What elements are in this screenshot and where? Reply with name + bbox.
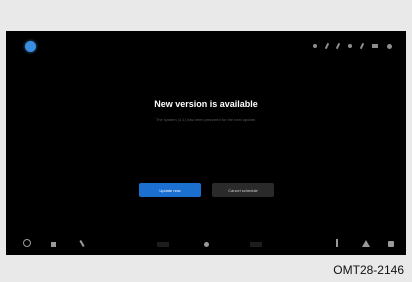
status-bar	[6, 31, 406, 59]
music-icon[interactable]	[336, 239, 338, 247]
update-now-button[interactable]: Update now	[139, 183, 201, 197]
cancel-schedule-label: Cancel schedule	[228, 187, 258, 193]
apps-icon[interactable]	[51, 242, 56, 247]
settings-status-icon	[387, 43, 392, 49]
wifi-icon	[348, 44, 352, 48]
settings-icon[interactable]	[388, 241, 394, 247]
bluetooth-icon	[313, 44, 317, 48]
signal-icon	[324, 42, 330, 50]
phone-icon[interactable]	[79, 239, 85, 248]
status-icons	[313, 42, 392, 50]
dialog-message: The system (1.1) has been prepared for t…	[155, 117, 257, 122]
media-next-icon[interactable]	[250, 242, 262, 247]
battery-icon	[372, 44, 378, 48]
navigation-icon[interactable]	[362, 240, 370, 247]
figure-caption: OMT28-2146	[333, 263, 404, 277]
update-now-label: Update now	[159, 187, 181, 193]
media-prev-icon[interactable]	[157, 242, 169, 247]
home-icon[interactable]	[23, 239, 31, 247]
cancel-schedule-button[interactable]: Cancel schedule	[212, 183, 274, 197]
center-icon[interactable]	[204, 242, 209, 247]
phone-status-icon	[359, 42, 365, 50]
bottom-nav-bar	[6, 229, 406, 255]
dialog-title: New version is available	[154, 99, 258, 109]
head-unit-screen: New version is available The system (1.1…	[6, 31, 406, 255]
app-logo-icon[interactable]	[25, 41, 36, 52]
network-icon	[335, 42, 341, 50]
